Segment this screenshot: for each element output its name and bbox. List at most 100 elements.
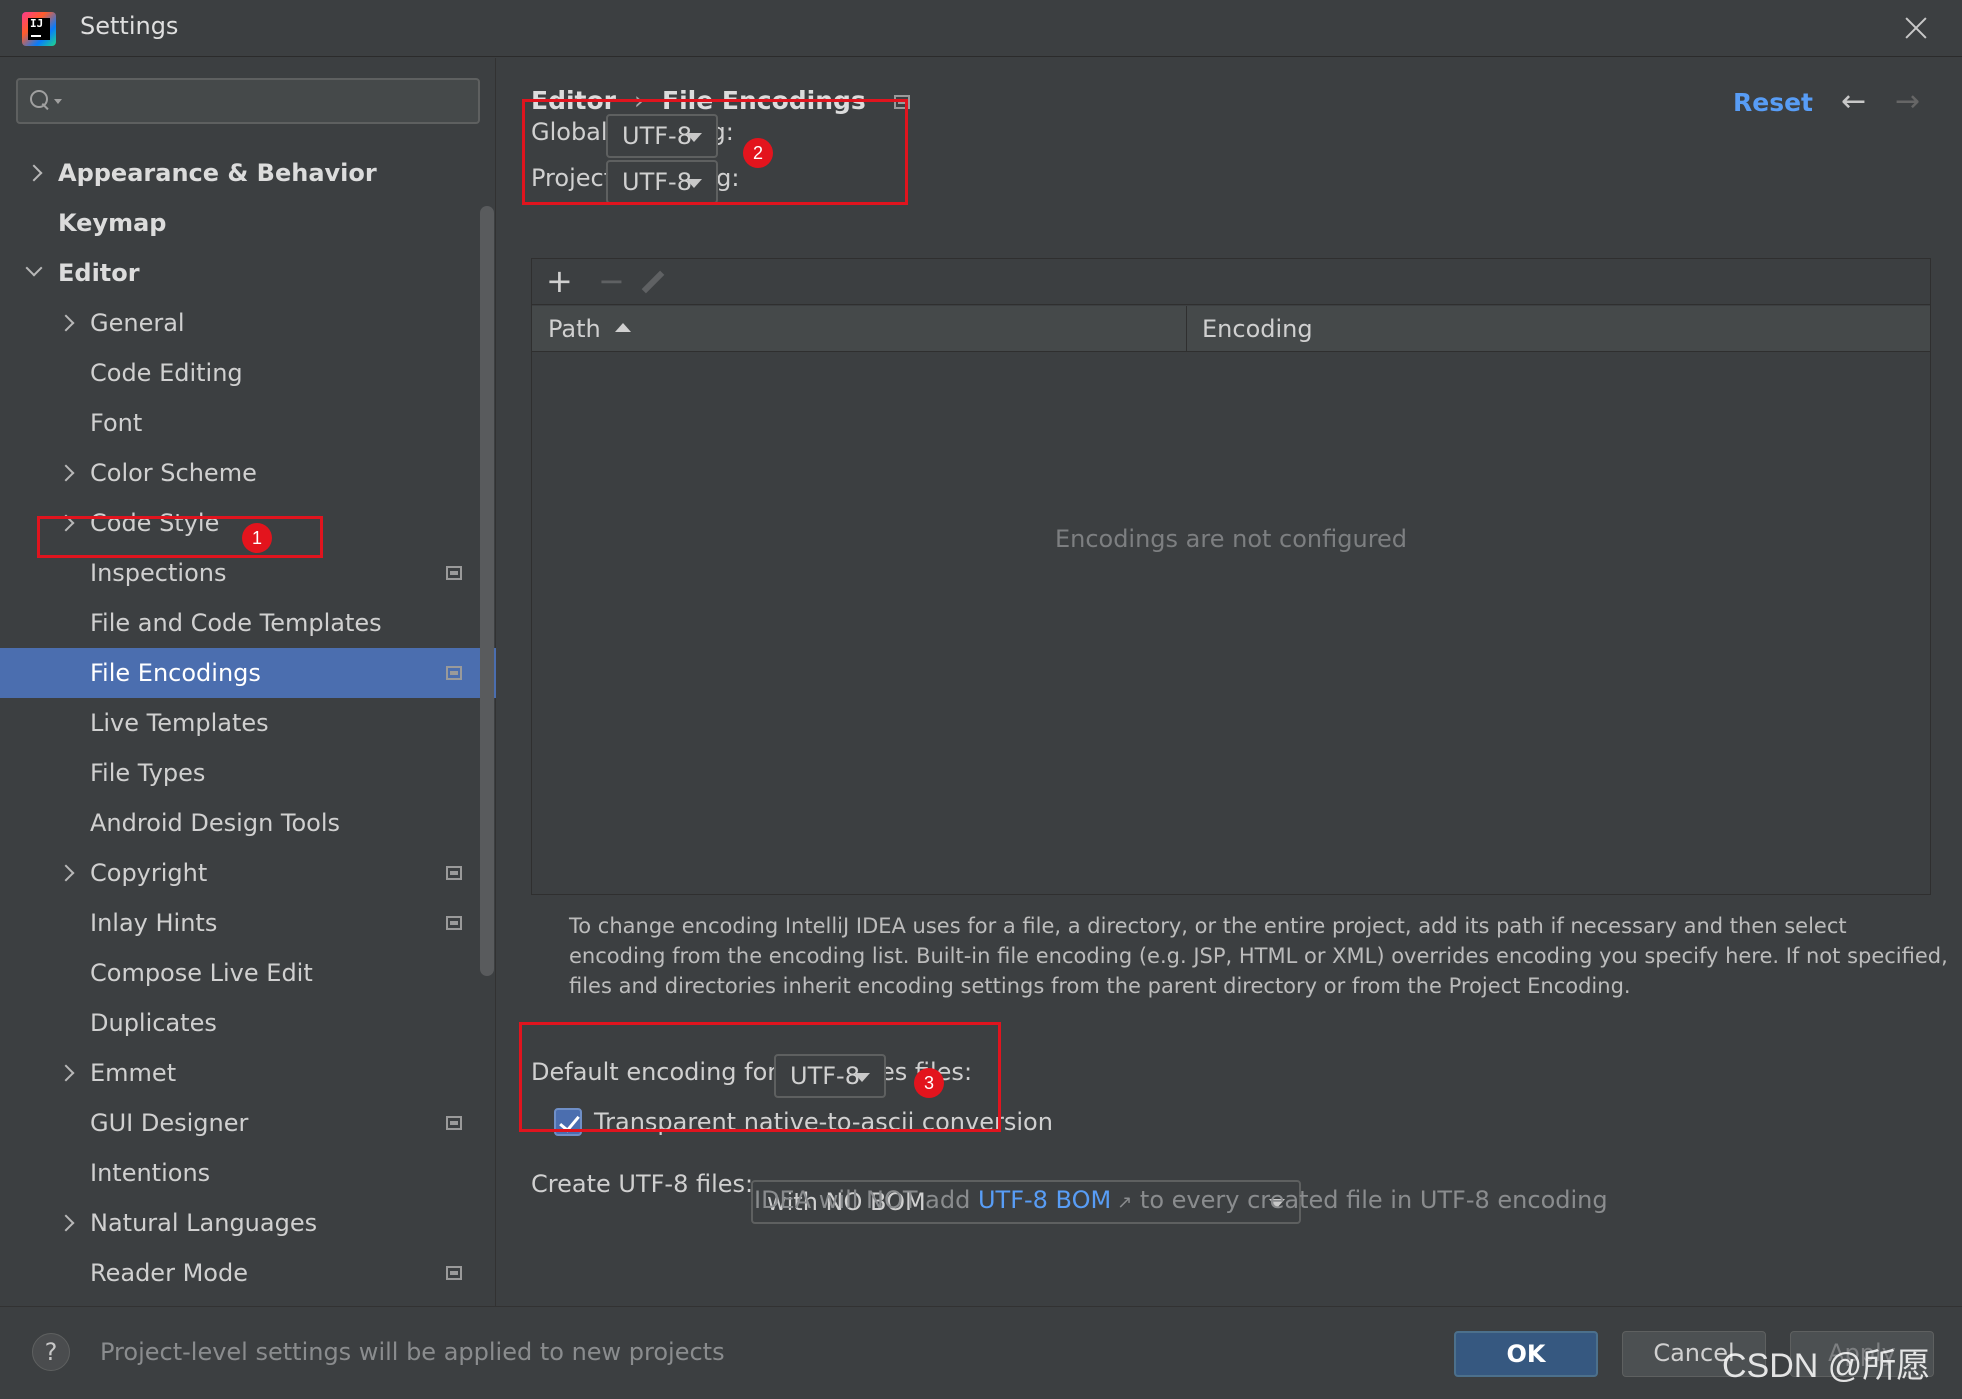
forward-arrow-icon[interactable]: → bbox=[1895, 87, 1920, 117]
project-level-icon bbox=[446, 566, 462, 580]
sidebar-item-live-templates[interactable]: Live Templates bbox=[0, 698, 496, 748]
sidebar-item-label: Code Editing bbox=[90, 359, 243, 387]
bom-hint-before: IDEA will NOT add bbox=[754, 1186, 978, 1214]
sidebar-item-duplicates[interactable]: Duplicates bbox=[0, 998, 496, 1048]
annotation-box-2 bbox=[522, 99, 908, 205]
title-bar: IJ Settings bbox=[0, 0, 1962, 57]
sidebar-item-label: Intentions bbox=[90, 1159, 211, 1187]
table-empty-text: Encodings are not configured bbox=[1054, 525, 1408, 553]
bom-hint: IDEA will NOT add UTF-8 BOM ↗ to every cr… bbox=[754, 1186, 1608, 1214]
project-level-icon bbox=[446, 1266, 462, 1280]
external-link-icon[interactable]: ↗ bbox=[1117, 1192, 1132, 1213]
dialog-footer: ? Project-level settings will be applied… bbox=[0, 1306, 1962, 1399]
chevron-right-icon[interactable] bbox=[57, 1064, 75, 1082]
add-icon[interactable]: + bbox=[546, 265, 573, 297]
project-level-icon bbox=[446, 1116, 462, 1130]
sidebar-item-code-editing[interactable]: Code Editing bbox=[0, 348, 496, 398]
settings-search-box[interactable] bbox=[16, 78, 480, 124]
search-icon[interactable] bbox=[30, 90, 52, 112]
chevron-right-icon[interactable] bbox=[57, 314, 75, 332]
chevron-right-icon[interactable] bbox=[57, 464, 75, 482]
sidebar-item-file-encodings[interactable]: File Encodings bbox=[0, 648, 496, 698]
search-history-caret-icon[interactable] bbox=[54, 99, 62, 104]
sidebar-item-label: Natural Languages bbox=[90, 1209, 318, 1237]
window-title: Settings bbox=[80, 12, 179, 40]
sidebar-item-label: Compose Live Edit bbox=[90, 959, 313, 987]
project-level-icon bbox=[446, 916, 462, 930]
footer-status-text: Project-level settings will be applied t… bbox=[100, 1338, 725, 1366]
sidebar-item-intentions[interactable]: Intentions bbox=[0, 1148, 496, 1198]
project-level-icon bbox=[446, 866, 462, 880]
sidebar-item-gui-designer[interactable]: GUI Designer bbox=[0, 1098, 496, 1148]
search-input[interactable] bbox=[66, 86, 466, 116]
sidebar-item-label: Appearance & Behavior bbox=[58, 159, 377, 187]
table-toolbar: + − bbox=[532, 259, 1930, 305]
chevron-right-icon[interactable] bbox=[57, 864, 75, 882]
sidebar-item-label: File Encodings bbox=[90, 659, 261, 687]
sidebar-item-file-and-code-templates[interactable]: File and Code Templates bbox=[0, 598, 496, 648]
intellij-idea-icon: IJ bbox=[22, 12, 56, 46]
sidebar-item-natural-languages[interactable]: Natural Languages bbox=[0, 1198, 496, 1248]
sidebar-item-color-scheme[interactable]: Color Scheme bbox=[0, 448, 496, 498]
close-icon[interactable] bbox=[1898, 10, 1934, 46]
sidebar-item-label: Reader Mode bbox=[90, 1259, 248, 1287]
sidebar-item-general[interactable]: General bbox=[0, 298, 496, 348]
sidebar-item-file-types[interactable]: File Types bbox=[0, 748, 496, 798]
sidebar-scrollbar[interactable] bbox=[480, 206, 494, 976]
sidebar-item-label: Inspections bbox=[90, 559, 227, 587]
sidebar-item-font[interactable]: Font bbox=[0, 398, 496, 448]
back-arrow-icon[interactable]: ← bbox=[1841, 87, 1866, 117]
sidebar-item-keymap[interactable]: Keymap bbox=[0, 198, 496, 248]
settings-sidebar: Appearance & Behavior Keymap Editor General… bbox=[0, 58, 496, 1306]
sidebar-item-label: Font bbox=[90, 409, 143, 437]
file-encodings-panel: Editor›File Encodings Reset ← → Global E… bbox=[497, 58, 1962, 1306]
column-header-encoding-label: Encoding bbox=[1202, 315, 1313, 343]
watermark-text: CSDN @所愿 bbox=[1722, 1347, 1931, 1385]
column-header-encoding[interactable]: Encoding bbox=[1188, 306, 1932, 352]
sidebar-item-reader-mode[interactable]: Reader Mode bbox=[0, 1248, 496, 1298]
sidebar-item-label: Keymap bbox=[58, 209, 167, 237]
sidebar-item-label: GUI Designer bbox=[90, 1109, 249, 1137]
sidebar-item-label: File Types bbox=[90, 759, 206, 787]
utf8-bom-link[interactable]: UTF-8 BOM bbox=[978, 1186, 1111, 1214]
project-level-icon bbox=[446, 666, 462, 680]
edit-pencil-icon[interactable] bbox=[641, 270, 665, 294]
help-icon[interactable]: ? bbox=[32, 1333, 70, 1371]
settings-tree: Appearance & Behavior Keymap Editor General… bbox=[0, 148, 496, 1298]
table-header: Path Encoding bbox=[532, 306, 1930, 352]
encoding-help-text: To change encoding IntelliJ IDEA uses fo… bbox=[569, 914, 1948, 998]
ok-button[interactable]: OK bbox=[1454, 1331, 1598, 1377]
sidebar-item-label: Duplicates bbox=[90, 1009, 217, 1037]
logo-text: IJ bbox=[28, 18, 50, 40]
remove-icon[interactable]: − bbox=[598, 265, 625, 297]
sort-ascending-icon bbox=[614, 322, 631, 332]
sidebar-item-editor[interactable]: Editor bbox=[0, 248, 496, 298]
sidebar-item-label: Android Design Tools bbox=[90, 809, 341, 837]
column-header-path[interactable]: Path bbox=[532, 306, 1187, 352]
sidebar-item-copyright[interactable]: Copyright bbox=[0, 848, 496, 898]
sidebar-item-inlay-hints[interactable]: Inlay Hints bbox=[0, 898, 496, 948]
sidebar-item-android-design-tools[interactable]: Android Design Tools bbox=[0, 798, 496, 848]
bom-hint-after: to every created file in UTF-8 encoding bbox=[1132, 1186, 1608, 1214]
sidebar-item-label: Copyright bbox=[90, 859, 208, 887]
sidebar-item-appearance-and-behavior[interactable]: Appearance & Behavior bbox=[0, 148, 496, 198]
sidebar-item-label: Editor bbox=[58, 259, 140, 287]
encodings-table: + − Path Encoding Encodings are not conf… bbox=[531, 258, 1931, 895]
chevron-right-icon[interactable] bbox=[57, 1214, 75, 1232]
column-header-path-label: Path bbox=[548, 315, 601, 343]
sidebar-item-label: Emmet bbox=[90, 1059, 177, 1087]
sidebar-item-label: File and Code Templates bbox=[90, 609, 382, 637]
chevron-down-icon[interactable] bbox=[25, 259, 43, 277]
chevron-right-icon[interactable] bbox=[25, 164, 43, 182]
sidebar-item-label: Inlay Hints bbox=[90, 909, 218, 937]
create-utf8-label: Create UTF-8 files: bbox=[531, 1170, 754, 1198]
sidebar-item-label: Live Templates bbox=[90, 709, 269, 737]
sidebar-item-label: Color Scheme bbox=[90, 459, 257, 487]
annotation-marker-3: 3 bbox=[914, 1068, 944, 1098]
sidebar-item-compose-live-edit[interactable]: Compose Live Edit bbox=[0, 948, 496, 998]
reset-link[interactable]: Reset bbox=[1733, 88, 1813, 117]
sidebar-item-label: General bbox=[90, 309, 185, 337]
annotation-box-1 bbox=[37, 516, 323, 558]
annotation-marker-1: 1 bbox=[242, 523, 272, 553]
sidebar-item-emmet[interactable]: Emmet bbox=[0, 1048, 496, 1098]
